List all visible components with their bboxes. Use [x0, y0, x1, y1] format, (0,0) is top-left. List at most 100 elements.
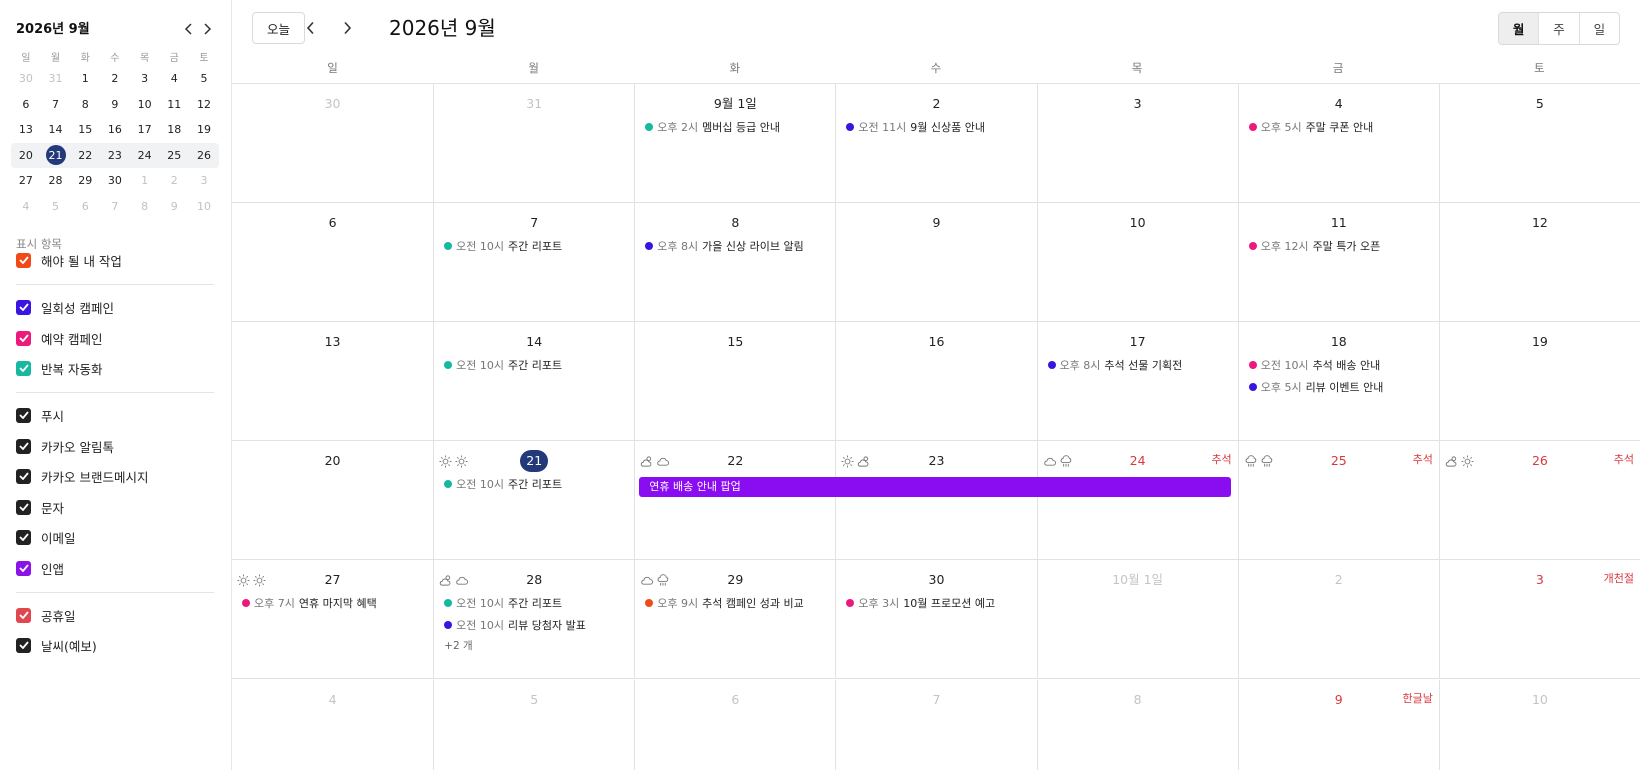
- day-cell[interactable]: 19: [1438, 322, 1640, 442]
- checkbox-checked-icon[interactable]: [16, 299, 31, 315]
- day-cell[interactable]: 10: [1036, 203, 1238, 323]
- day-cell[interactable]: 15: [634, 322, 835, 442]
- mini-day[interactable]: 18: [159, 117, 189, 143]
- event-item[interactable]: 오후 5시 주말 쿠폰 안내: [1248, 118, 1373, 136]
- filter-item[interactable]: 이메일: [16, 527, 76, 547]
- mini-day[interactable]: 24: [130, 143, 160, 169]
- checkbox-checked-icon[interactable]: [16, 360, 31, 376]
- mini-day[interactable]: 31: [41, 66, 71, 92]
- day-cell[interactable]: 9월 1일 오후 2시 멤버십 등급 안내: [634, 84, 835, 203]
- mini-day[interactable]: 7: [41, 92, 71, 118]
- filter-item[interactable]: 해야 될 내 작업: [16, 250, 122, 270]
- filter-item[interactable]: 문자: [16, 497, 64, 517]
- day-cell[interactable]: 3: [1036, 84, 1238, 203]
- event-item[interactable]: 오후 9시 추석 캠페인 성과 비교: [645, 594, 804, 612]
- mini-day[interactable]: 23: [100, 143, 130, 169]
- day-cell[interactable]: 5: [433, 679, 634, 770]
- day-cell[interactable]: 20: [232, 441, 433, 560]
- checkbox-checked-icon[interactable]: [16, 407, 31, 423]
- mini-day[interactable]: 3: [189, 168, 219, 194]
- event-item[interactable]: 오후 2시 멤버십 등급 안내: [645, 118, 780, 136]
- day-cell[interactable]: 9 한글날: [1237, 679, 1439, 770]
- checkbox-checked-icon[interactable]: [16, 499, 31, 515]
- mini-day[interactable]: 8: [130, 194, 160, 220]
- day-cell[interactable]: 8 오후 8시 가을 신상 라이브 알림: [634, 203, 835, 323]
- mini-day[interactable]: 12: [189, 92, 219, 118]
- checkbox-checked-icon[interactable]: [16, 330, 31, 346]
- view-month-button[interactable]: 월: [1499, 13, 1539, 44]
- day-cell[interactable]: 2 오전 11시 9월 신상품 안내: [835, 84, 1036, 203]
- mini-day[interactable]: 14: [41, 117, 71, 143]
- checkbox-checked-icon[interactable]: [16, 529, 31, 545]
- day-cell[interactable]: 13: [232, 322, 433, 441]
- day-cell[interactable]: 4 오후 5시 주말 쿠폰 안내: [1237, 84, 1439, 203]
- event-item[interactable]: 오후 8시 추석 선물 기획전: [1047, 356, 1182, 374]
- checkbox-checked-icon[interactable]: [16, 560, 31, 576]
- event-item[interactable]: 오후 5시 리뷰 이벤트 안내: [1248, 378, 1383, 396]
- day-cell[interactable]: 26 추석: [1438, 441, 1640, 561]
- day-cell[interactable]: 8: [1036, 679, 1238, 770]
- mini-day[interactable]: 28: [41, 168, 71, 194]
- day-cell[interactable]: 31: [433, 84, 634, 203]
- event-item[interactable]: 오전 10시 주간 리포트: [444, 237, 562, 255]
- day-cell[interactable]: 30: [232, 84, 433, 203]
- mini-day[interactable]: 30: [100, 168, 130, 194]
- day-cell[interactable]: 14 오전 10시 주간 리포트: [433, 322, 634, 442]
- day-cell[interactable]: 5: [1438, 84, 1640, 203]
- mini-day[interactable]: 16: [100, 117, 130, 143]
- filter-item[interactable]: 카카오 알림톡: [16, 436, 114, 456]
- mini-day[interactable]: 6: [11, 92, 41, 118]
- mini-prev-month-button[interactable]: [180, 18, 198, 40]
- mini-day[interactable]: 1: [70, 66, 100, 92]
- checkbox-checked-icon[interactable]: [16, 468, 31, 484]
- day-cell[interactable]: 23: [835, 441, 1036, 561]
- day-cell[interactable]: 12: [1438, 203, 1640, 323]
- day-cell[interactable]: 18 오전 10시 추석 배송 안내 오후 5시 리뷰 이벤트 안내: [1237, 322, 1439, 442]
- event-item[interactable]: 오전 10시 추석 배송 안내: [1248, 356, 1380, 374]
- mini-day[interactable]: 22: [70, 143, 100, 169]
- mini-day[interactable]: 8: [70, 92, 100, 118]
- day-cell[interactable]: 27 오후 7시 연휴 마지막 혜택: [232, 560, 433, 679]
- mini-day[interactable]: 5: [189, 66, 219, 92]
- day-cell[interactable]: 17 오후 8시 추석 선물 기획전: [1036, 322, 1238, 442]
- day-cell[interactable]: 30 오후 3시 10월 프로모션 예고: [835, 560, 1036, 680]
- event-item[interactable]: 오전 10시 주간 리포트: [444, 594, 562, 612]
- day-cell[interactable]: 7: [835, 679, 1036, 770]
- mini-day[interactable]: 29: [70, 168, 100, 194]
- mini-day[interactable]: 27: [11, 168, 41, 194]
- event-item[interactable]: 오전 10시 주간 리포트: [444, 475, 562, 493]
- mini-day[interactable]: 19: [189, 117, 219, 143]
- filter-item[interactable]: 일회성 캠페인: [16, 297, 114, 317]
- view-week-button[interactable]: 주: [1538, 13, 1578, 44]
- day-cell[interactable]: 25 추석: [1237, 441, 1439, 561]
- day-cell[interactable]: 22: [634, 441, 835, 561]
- mini-day[interactable]: 5: [41, 194, 71, 220]
- day-cell[interactable]: 28 오전 10시 주간 리포트 오전 10시 리뷰 당첨자 발표 +2 개: [433, 560, 634, 680]
- mini-day-today[interactable]: 21: [41, 143, 71, 169]
- day-cell[interactable]: 21 오전 10시 주간 리포트: [433, 441, 634, 561]
- mini-day[interactable]: 9: [159, 194, 189, 220]
- mini-day[interactable]: 25: [159, 143, 189, 169]
- day-cell[interactable]: 2: [1237, 560, 1439, 680]
- event-item[interactable]: 오후 12시 주말 특가 오픈: [1248, 237, 1380, 255]
- filter-item[interactable]: 인앱: [16, 558, 64, 578]
- day-cell[interactable]: 9: [835, 203, 1036, 323]
- mini-day[interactable]: 20: [11, 143, 41, 169]
- day-cell[interactable]: 16: [835, 322, 1036, 442]
- mini-next-month-button[interactable]: [198, 18, 216, 40]
- mini-day[interactable]: 10: [130, 92, 160, 118]
- day-cell[interactable]: 29 오후 9시 추석 캠페인 성과 비교: [634, 560, 835, 680]
- day-cell[interactable]: 6: [634, 679, 835, 770]
- prev-month-button[interactable]: [298, 14, 324, 42]
- event-item[interactable]: 오전 11시 9월 신상품 안내: [846, 118, 985, 136]
- day-cell[interactable]: 10월 1일: [1036, 560, 1238, 680]
- mini-day[interactable]: 2: [159, 168, 189, 194]
- checkbox-checked-icon[interactable]: [16, 252, 31, 268]
- filter-item[interactable]: 공휴일: [16, 605, 76, 625]
- mini-day[interactable]: 15: [70, 117, 100, 143]
- mini-day[interactable]: 3: [130, 66, 160, 92]
- event-item[interactable]: 오전 10시 리뷰 당첨자 발표: [444, 616, 586, 634]
- day-cell[interactable]: 3 개천절: [1438, 560, 1640, 680]
- mini-day[interactable]: 11: [159, 92, 189, 118]
- mini-day[interactable]: 30: [11, 66, 41, 92]
